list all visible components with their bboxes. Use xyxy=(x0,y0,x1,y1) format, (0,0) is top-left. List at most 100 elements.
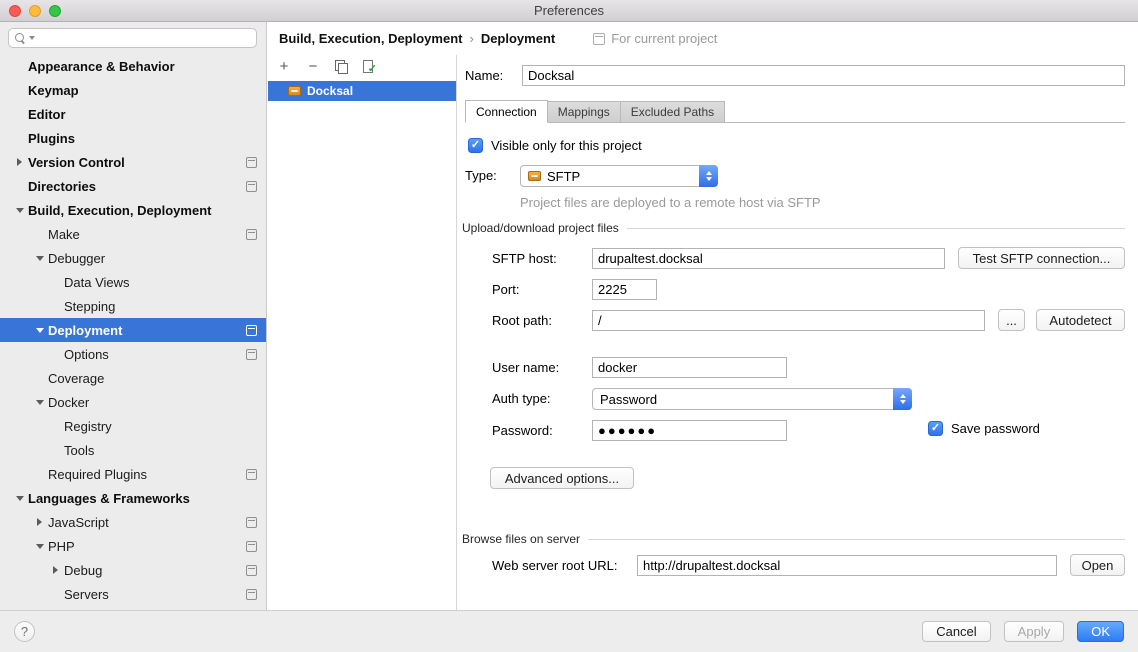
auth-type-dropdown[interactable]: Password xyxy=(592,388,912,410)
advanced-options-button[interactable]: Advanced options... xyxy=(490,467,634,489)
web-root-input[interactable] xyxy=(637,555,1057,576)
root-path-input[interactable] xyxy=(592,310,985,331)
name-input[interactable] xyxy=(522,65,1125,86)
sidebar-item-required-plugins[interactable]: Required Plugins xyxy=(0,462,266,486)
minimize-button[interactable] xyxy=(29,5,41,17)
settings-tree: Appearance & Behavior Keymap Editor Plug… xyxy=(0,54,266,606)
sidebar-item-registry[interactable]: Registry xyxy=(0,414,266,438)
sidebar-item-options[interactable]: Options xyxy=(0,342,266,366)
sidebar-item-keymap[interactable]: Keymap xyxy=(0,78,266,102)
search-box[interactable] xyxy=(8,28,257,48)
sidebar-item-directories[interactable]: Directories xyxy=(0,174,266,198)
sidebar-item-coverage[interactable]: Coverage xyxy=(0,366,266,390)
chevron-right-icon[interactable] xyxy=(31,510,48,534)
list-item-docksal[interactable]: Docksal xyxy=(268,81,456,101)
sidebar-item-debugger[interactable]: Debugger xyxy=(0,246,266,270)
current-project-icon xyxy=(246,181,257,192)
current-project-icon xyxy=(246,517,257,528)
remove-icon[interactable]: − xyxy=(306,59,320,74)
chevron-down-icon[interactable] xyxy=(31,246,48,270)
chevron-down-icon[interactable] xyxy=(31,534,48,558)
visible-only-checkbox[interactable]: ✓ Visible only for this project xyxy=(468,138,642,153)
auth-type-label: Auth type: xyxy=(492,388,551,410)
port-input[interactable] xyxy=(592,279,657,300)
chevron-down-icon[interactable] xyxy=(31,318,48,342)
open-button[interactable]: Open xyxy=(1070,554,1125,576)
divider xyxy=(627,228,1125,229)
name-label: Name: xyxy=(465,65,503,87)
search-input[interactable] xyxy=(38,31,250,45)
sftp-host-input[interactable] xyxy=(592,248,945,269)
sidebar-item-version-control[interactable]: Version Control xyxy=(0,150,266,174)
use-as-default-icon[interactable]: ✓ xyxy=(362,60,375,73)
tree-indent xyxy=(47,582,64,606)
copy-icon[interactable] xyxy=(335,60,347,73)
sidebar-item-docker[interactable]: Docker xyxy=(0,390,266,414)
tab-mappings[interactable]: Mappings xyxy=(547,101,621,122)
autodetect-button[interactable]: Autodetect xyxy=(1036,309,1125,331)
current-project-icon xyxy=(246,229,257,240)
test-sftp-connection-button[interactable]: Test SFTP connection... xyxy=(958,247,1125,269)
sidebar-item-servers[interactable]: Servers xyxy=(0,582,266,606)
settings-sidebar: Appearance & Behavior Keymap Editor Plug… xyxy=(0,22,267,610)
password-input[interactable] xyxy=(592,420,787,441)
sidebar-item-deployment[interactable]: Deployment xyxy=(0,318,266,342)
sidebar-item-languages-frameworks[interactable]: Languages & Frameworks xyxy=(0,486,266,510)
search-history-chevron-icon[interactable] xyxy=(29,36,35,40)
tab-excluded-paths[interactable]: Excluded Paths xyxy=(620,101,725,122)
add-icon[interactable]: + xyxy=(277,59,291,74)
sidebar-item-plugins[interactable]: Plugins xyxy=(0,126,266,150)
tree-indent xyxy=(11,102,28,126)
page-header: Build, Execution, Deployment › Deploymen… xyxy=(268,22,1138,55)
sidebar-item-javascript[interactable]: JavaScript xyxy=(0,510,266,534)
auth-type-value: Password xyxy=(600,392,657,407)
sidebar-item-debug[interactable]: Debug xyxy=(0,558,266,582)
port-label: Port: xyxy=(492,279,519,301)
sidebar-item-tools[interactable]: Tools xyxy=(0,438,266,462)
apply-button[interactable]: Apply xyxy=(1004,621,1065,642)
tree-indent xyxy=(11,78,28,102)
save-password-label: Save password xyxy=(951,421,1040,436)
web-root-label: Web server root URL: xyxy=(492,555,617,577)
visible-only-label: Visible only for this project xyxy=(491,138,642,153)
current-project-icon xyxy=(593,33,605,45)
breadcrumb-root: Build, Execution, Deployment xyxy=(279,31,462,46)
cancel-button[interactable]: Cancel xyxy=(922,621,990,642)
traffic-lights xyxy=(9,0,61,22)
chevron-down-icon[interactable] xyxy=(11,198,28,222)
list-toolbar: + − ✓ xyxy=(268,56,456,77)
ok-button[interactable]: OK xyxy=(1077,621,1124,642)
password-label: Password: xyxy=(492,420,553,442)
tab-connection[interactable]: Connection xyxy=(465,100,548,123)
chevron-right-icon[interactable] xyxy=(47,558,64,582)
user-name-label: User name: xyxy=(492,357,559,379)
sidebar-item-stepping[interactable]: Stepping xyxy=(0,294,266,318)
root-path-label: Root path: xyxy=(492,310,552,332)
save-password-checkbox[interactable]: ✓ Save password xyxy=(928,421,1040,436)
current-project-icon xyxy=(246,589,257,600)
type-dropdown[interactable]: SFTP xyxy=(520,165,718,187)
chevron-down-icon[interactable] xyxy=(31,390,48,414)
sidebar-item-appearance-behavior[interactable]: Appearance & Behavior xyxy=(0,54,266,78)
divider xyxy=(588,539,1125,540)
sidebar-item-php[interactable]: PHP xyxy=(0,534,266,558)
sidebar-item-editor[interactable]: Editor xyxy=(0,102,266,126)
tree-indent xyxy=(11,174,28,198)
chevron-right-icon[interactable] xyxy=(11,150,28,174)
sidebar-item-data-views[interactable]: Data Views xyxy=(0,270,266,294)
tree-indent xyxy=(47,414,64,438)
zoom-button[interactable] xyxy=(49,5,61,17)
chevron-up-down-icon xyxy=(893,388,912,410)
sidebar-item-make[interactable]: Make xyxy=(0,222,266,246)
sidebar-item-build-execution-deployment[interactable]: Build, Execution, Deployment xyxy=(0,198,266,222)
tree-indent xyxy=(31,366,48,390)
help-button[interactable]: ? xyxy=(14,621,35,642)
dialog-footer: ? Cancel Apply OK xyxy=(0,610,1138,652)
chevron-down-icon[interactable] xyxy=(11,486,28,510)
close-button[interactable] xyxy=(9,5,21,17)
tree-indent xyxy=(11,54,28,78)
user-name-input[interactable] xyxy=(592,357,787,378)
current-project-icon xyxy=(246,565,257,576)
browse-root-path-button[interactable]: ... xyxy=(998,309,1025,331)
tree-indent xyxy=(47,438,64,462)
